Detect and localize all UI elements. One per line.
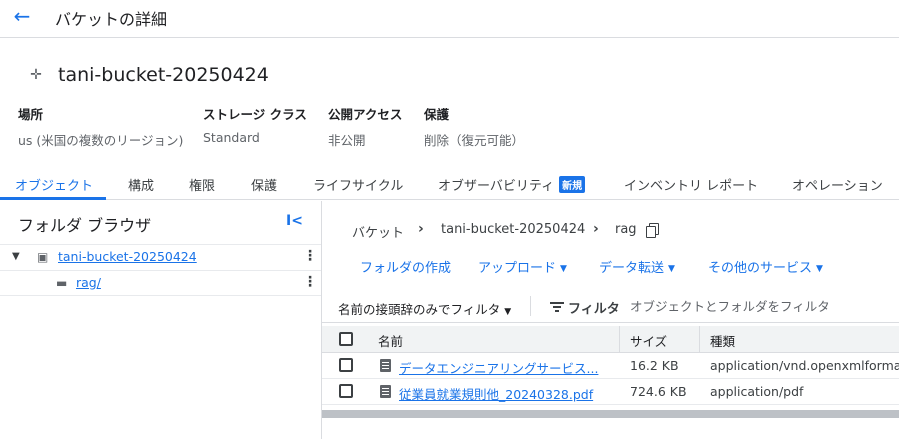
tab-lifecycle[interactable]: ライフサイクル <box>313 175 403 194</box>
filter-bar: 名前の接頭辞のみでフィルタ ▼ フィルタ <box>322 290 899 323</box>
arrow-back-icon[interactable]: ← <box>8 4 36 28</box>
breadcrumb-root[interactable]: バケット <box>352 222 404 241</box>
tree-item-label[interactable]: tani-bucket-20250424 <box>58 249 197 264</box>
tab-objects[interactable]: オブジェクト <box>15 175 93 194</box>
document-icon <box>380 385 391 398</box>
bucket-heading: ✛ tani-bucket-20250424 <box>28 64 269 86</box>
upload-button[interactable]: アップロード ▼ <box>478 257 567 276</box>
property-value: us (米国の複数のリージョン) <box>18 133 184 148</box>
table-row: 従業員就業規則他_20240328.pdf 724.6 KB applicati… <box>322 379 899 405</box>
property-protection: 保護 削除（復元可能） <box>424 104 524 149</box>
column-type[interactable]: 種類 <box>710 331 735 350</box>
folder-browser-panel: フォルダ ブラウザ I< ▼ ▣ tani-bucket-20250424 ⋮ … <box>0 201 322 439</box>
column-separator <box>699 326 700 353</box>
more-vert-icon[interactable]: ⋮ <box>303 248 317 264</box>
tree-item-label[interactable]: rag/ <box>76 275 101 290</box>
transfer-data-label: データ転送 <box>599 261 665 276</box>
property-value: 削除（復元可能） <box>424 133 525 148</box>
create-folder-button[interactable]: フォルダの作成 <box>360 257 451 276</box>
object-type: application/pdf <box>710 384 804 399</box>
folder-browser-title: フォルダ ブラウザ <box>18 216 152 235</box>
column-name[interactable]: 名前 <box>378 331 403 350</box>
filter-label: フィルタ <box>568 302 620 317</box>
tab-protection[interactable]: 保護 <box>251 175 277 194</box>
column-separator <box>619 326 620 353</box>
row-checkbox[interactable] <box>339 384 353 398</box>
chevron-right-icon: › <box>418 221 424 237</box>
copy-icon[interactable] <box>646 223 659 238</box>
property-label: 場所 <box>18 107 44 122</box>
object-type: application/vnd.openxmlformats-c <box>710 358 899 373</box>
arrow-drop-down-icon: ▼ <box>816 264 823 274</box>
property-public-access: 公開アクセス 非公開 <box>328 104 402 149</box>
other-services-label: その他のサービス <box>708 261 813 276</box>
document-icon <box>380 359 391 372</box>
tab-inventory-reports[interactable]: インベントリ レポート <box>624 175 758 194</box>
property-label: 保護 <box>424 107 450 122</box>
tree-item-bucket[interactable]: ▼ ▣ tani-bucket-20250424 ⋮ <box>0 244 321 270</box>
tab-observability[interactable]: オブザーバビリティ 新規 <box>438 175 586 194</box>
transfer-data-button[interactable]: データ転送 ▼ <box>599 257 675 276</box>
arrow-drop-down-icon: ▼ <box>504 307 512 317</box>
arrow-drop-down-icon: ▼ <box>560 264 567 274</box>
select-all-checkbox[interactable] <box>339 332 353 346</box>
object-size: 724.6 KB <box>630 384 687 399</box>
breadcrumb-folder: rag <box>615 222 637 237</box>
active-tab-indicator <box>0 197 106 200</box>
caret-down-icon[interactable]: ▼ <box>12 251 20 262</box>
tab-permissions[interactable]: 権限 <box>189 175 215 194</box>
prefix-filter-dropdown[interactable]: 名前の接頭辞のみでフィルタ ▼ <box>338 299 511 318</box>
object-size: 16.2 KB <box>630 358 679 373</box>
bucket-name: tani-bucket-20250424 <box>58 64 269 86</box>
property-label: ストレージ クラス <box>203 107 307 122</box>
new-badge: 新規 <box>559 176 586 193</box>
table-header: 名前 サイズ 種類 <box>322 326 899 353</box>
divider <box>530 296 531 316</box>
property-value: 非公開 <box>328 133 366 148</box>
folder-icon: ▬ <box>56 276 68 290</box>
top-bar: ← バケットの詳細 <box>0 0 899 38</box>
chevron-right-icon: › <box>593 221 599 237</box>
filter-input[interactable] <box>630 296 890 316</box>
upload-label: アップロード <box>478 261 557 276</box>
property-value: Standard <box>203 130 260 145</box>
property-label: 公開アクセス <box>328 107 403 122</box>
object-name-link[interactable]: 従業員就業規則他_20240328.pdf <box>399 384 603 403</box>
more-vert-icon[interactable]: ⋮ <box>303 274 317 290</box>
row-checkbox[interactable] <box>339 358 353 372</box>
tab-operations[interactable]: オペレーション <box>792 175 883 194</box>
table-row: データエンジニアリングサービス... 16.2 KB application/v… <box>322 353 899 379</box>
column-size[interactable]: サイズ <box>630 331 667 350</box>
property-location: 場所 us (米国の複数のリージョン) <box>18 104 183 149</box>
object-name-link[interactable]: データエンジニアリングサービス... <box>399 358 603 377</box>
arrow-drop-down-icon: ▼ <box>668 264 675 274</box>
tree-item-folder[interactable]: ▬ rag/ ⋮ <box>0 270 321 296</box>
horizontal-scrollbar[interactable] <box>322 410 899 418</box>
collapse-panel-icon[interactable]: I< <box>286 213 303 229</box>
page-title: バケットの詳細 <box>55 10 168 29</box>
bucket-icon: ▣ <box>37 250 49 264</box>
tab-configuration[interactable]: 構成 <box>128 175 154 194</box>
push-pin-icon[interactable]: ✛ <box>28 67 44 83</box>
filter-list-icon <box>550 302 564 312</box>
tab-observability-label: オブザーバビリティ <box>438 179 555 194</box>
breadcrumb-bucket[interactable]: tani-bucket-20250424 <box>441 222 585 237</box>
property-storage-class: ストレージ クラス Standard <box>203 104 307 145</box>
tab-bar: オブジェクト 構成 権限 保護 ライフサイクル オブザーバビリティ 新規 インベン… <box>0 170 899 200</box>
other-services-button[interactable]: その他のサービス ▼ <box>708 257 823 276</box>
prefix-filter-label: 名前の接頭辞のみでフィルタ <box>338 302 501 317</box>
